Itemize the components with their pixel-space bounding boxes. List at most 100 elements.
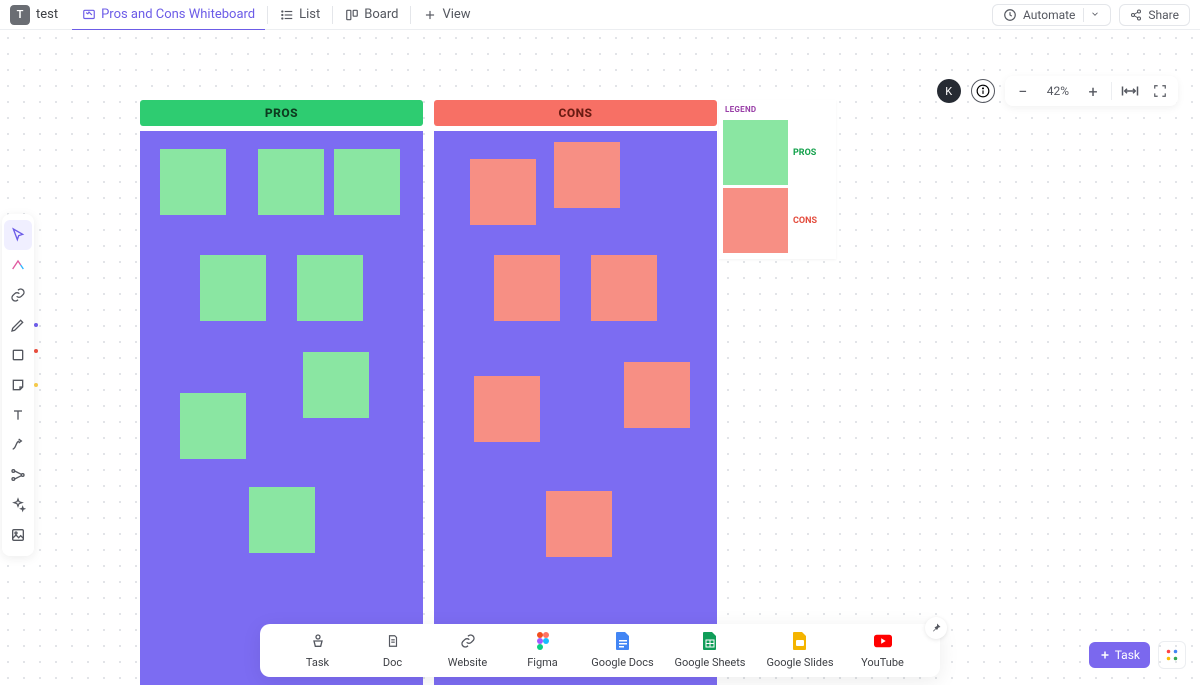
insert-figma[interactable]: Figma bbox=[505, 632, 580, 669]
fullscreen-icon bbox=[1153, 84, 1167, 98]
sticky-note[interactable] bbox=[160, 149, 226, 215]
pin-button[interactable] bbox=[925, 617, 947, 639]
insert-label: Doc bbox=[383, 656, 402, 669]
tab-label: Board bbox=[364, 7, 398, 22]
insert-label: YouTube bbox=[861, 656, 904, 669]
text-tool[interactable] bbox=[4, 400, 32, 430]
apps-icon bbox=[1165, 648, 1179, 662]
gsheets-icon bbox=[701, 632, 719, 650]
insert-google-docs[interactable]: Google Docs bbox=[580, 632, 665, 669]
share-label: Share bbox=[1148, 8, 1179, 22]
insert-label: Figma bbox=[527, 656, 558, 669]
cursor-icon bbox=[10, 227, 26, 243]
cons-body[interactable] bbox=[434, 131, 717, 685]
task-label: Task bbox=[1115, 648, 1140, 662]
insert-google-sheets[interactable]: Google Sheets bbox=[665, 632, 755, 669]
tab-list[interactable]: List bbox=[270, 0, 330, 30]
sticky-note[interactable] bbox=[494, 255, 560, 321]
insert-website[interactable]: Website bbox=[430, 632, 505, 669]
whiteboard-content: PROS CONS bbox=[140, 100, 728, 685]
zoom-percent[interactable]: 42% bbox=[1041, 84, 1075, 98]
canvas-top-right-controls: K − 42% + bbox=[937, 76, 1178, 106]
select-tool[interactable] bbox=[4, 220, 32, 250]
sticky-note[interactable] bbox=[200, 255, 266, 321]
cons-panel[interactable]: CONS bbox=[434, 100, 717, 685]
pen-icon bbox=[10, 317, 26, 333]
draw-tool[interactable] bbox=[4, 310, 32, 340]
sticky-note[interactable] bbox=[180, 393, 246, 459]
new-task-button[interactable]: Task bbox=[1089, 642, 1150, 668]
whiteboard-canvas[interactable]: K − 42% + PROS CONS LEGEND bbox=[0, 30, 1200, 685]
insert-task[interactable]: Task bbox=[280, 632, 355, 669]
tab-label: Pros and Cons Whiteboard bbox=[101, 7, 255, 22]
image-tool[interactable] bbox=[4, 520, 32, 550]
pros-panel[interactable]: PROS bbox=[140, 100, 423, 685]
sticky-note[interactable] bbox=[591, 255, 657, 321]
sticky-tool[interactable] bbox=[4, 370, 32, 400]
sticky-note[interactable] bbox=[624, 362, 690, 428]
apps-button[interactable] bbox=[1158, 641, 1186, 669]
info-button[interactable] bbox=[971, 79, 995, 103]
connector-tool[interactable] bbox=[4, 430, 32, 460]
user-avatar[interactable]: K bbox=[937, 79, 961, 103]
tab-add-view[interactable]: View bbox=[413, 0, 480, 30]
separator bbox=[410, 6, 411, 24]
top-bar: T test Pros and Cons Whiteboard List Boa… bbox=[0, 0, 1200, 30]
sticky-note[interactable] bbox=[470, 159, 536, 225]
sticky-note[interactable] bbox=[303, 352, 369, 418]
legend-row-pros: PROS bbox=[723, 120, 832, 185]
insert-label: Google Docs bbox=[591, 656, 653, 669]
insert-youtube[interactable]: YouTube bbox=[845, 632, 920, 669]
whiteboard-icon bbox=[82, 8, 96, 22]
magic-tool[interactable] bbox=[4, 490, 32, 520]
sticky-note[interactable] bbox=[554, 142, 620, 208]
nodes-icon bbox=[10, 467, 26, 483]
separator bbox=[267, 6, 268, 24]
pros-body[interactable] bbox=[140, 131, 423, 685]
legend-title: LEGEND bbox=[723, 104, 832, 117]
sticky-note[interactable] bbox=[546, 491, 612, 557]
insert-label: Google Slides bbox=[766, 656, 833, 669]
sticky-note[interactable] bbox=[249, 487, 315, 553]
sticky-note[interactable] bbox=[474, 376, 540, 442]
link-tool[interactable] bbox=[4, 280, 32, 310]
sticky-icon bbox=[10, 377, 26, 393]
link-icon bbox=[10, 287, 26, 303]
insert-bar: Task Doc Website Figma Google Docs Go bbox=[260, 624, 940, 677]
ai-icon bbox=[10, 257, 26, 273]
diagram-tool[interactable] bbox=[4, 460, 32, 490]
ai-tool[interactable] bbox=[4, 250, 32, 280]
insert-doc[interactable]: Doc bbox=[355, 632, 430, 669]
sticky-note[interactable] bbox=[258, 149, 324, 215]
cons-header: CONS bbox=[434, 100, 717, 126]
tab-board[interactable]: Board bbox=[335, 0, 408, 30]
space-name[interactable]: test bbox=[36, 7, 58, 22]
sticky-note[interactable] bbox=[334, 149, 400, 215]
sticky-note[interactable] bbox=[297, 255, 363, 321]
pros-header: PROS bbox=[140, 100, 423, 126]
fullscreen-button[interactable] bbox=[1148, 79, 1172, 103]
legend-card[interactable]: LEGEND PROS CONS bbox=[719, 100, 836, 259]
image-icon bbox=[10, 527, 26, 543]
fit-width-button[interactable] bbox=[1118, 79, 1142, 103]
text-icon bbox=[10, 407, 26, 423]
legend-swatch-red bbox=[723, 188, 788, 253]
separator bbox=[1111, 82, 1112, 100]
chevron-down-icon[interactable] bbox=[1083, 8, 1100, 22]
tab-whiteboard[interactable]: Pros and Cons Whiteboard bbox=[72, 0, 265, 30]
zoom-in-button[interactable]: + bbox=[1081, 79, 1105, 103]
zoom-out-button[interactable]: − bbox=[1011, 79, 1035, 103]
list-icon bbox=[280, 8, 294, 22]
share-button[interactable]: Share bbox=[1119, 4, 1190, 26]
figma-icon bbox=[534, 632, 552, 650]
insert-label: Google Sheets bbox=[675, 656, 746, 669]
gdocs-icon bbox=[614, 632, 632, 650]
color-dot bbox=[34, 383, 38, 387]
doc-icon bbox=[386, 633, 400, 649]
tab-label: List bbox=[299, 7, 320, 22]
separator bbox=[332, 6, 333, 24]
space-avatar[interactable]: T bbox=[10, 5, 30, 25]
insert-google-slides[interactable]: Google Slides bbox=[755, 632, 845, 669]
automate-button[interactable]: Automate bbox=[992, 4, 1111, 26]
shape-tool[interactable] bbox=[4, 340, 32, 370]
